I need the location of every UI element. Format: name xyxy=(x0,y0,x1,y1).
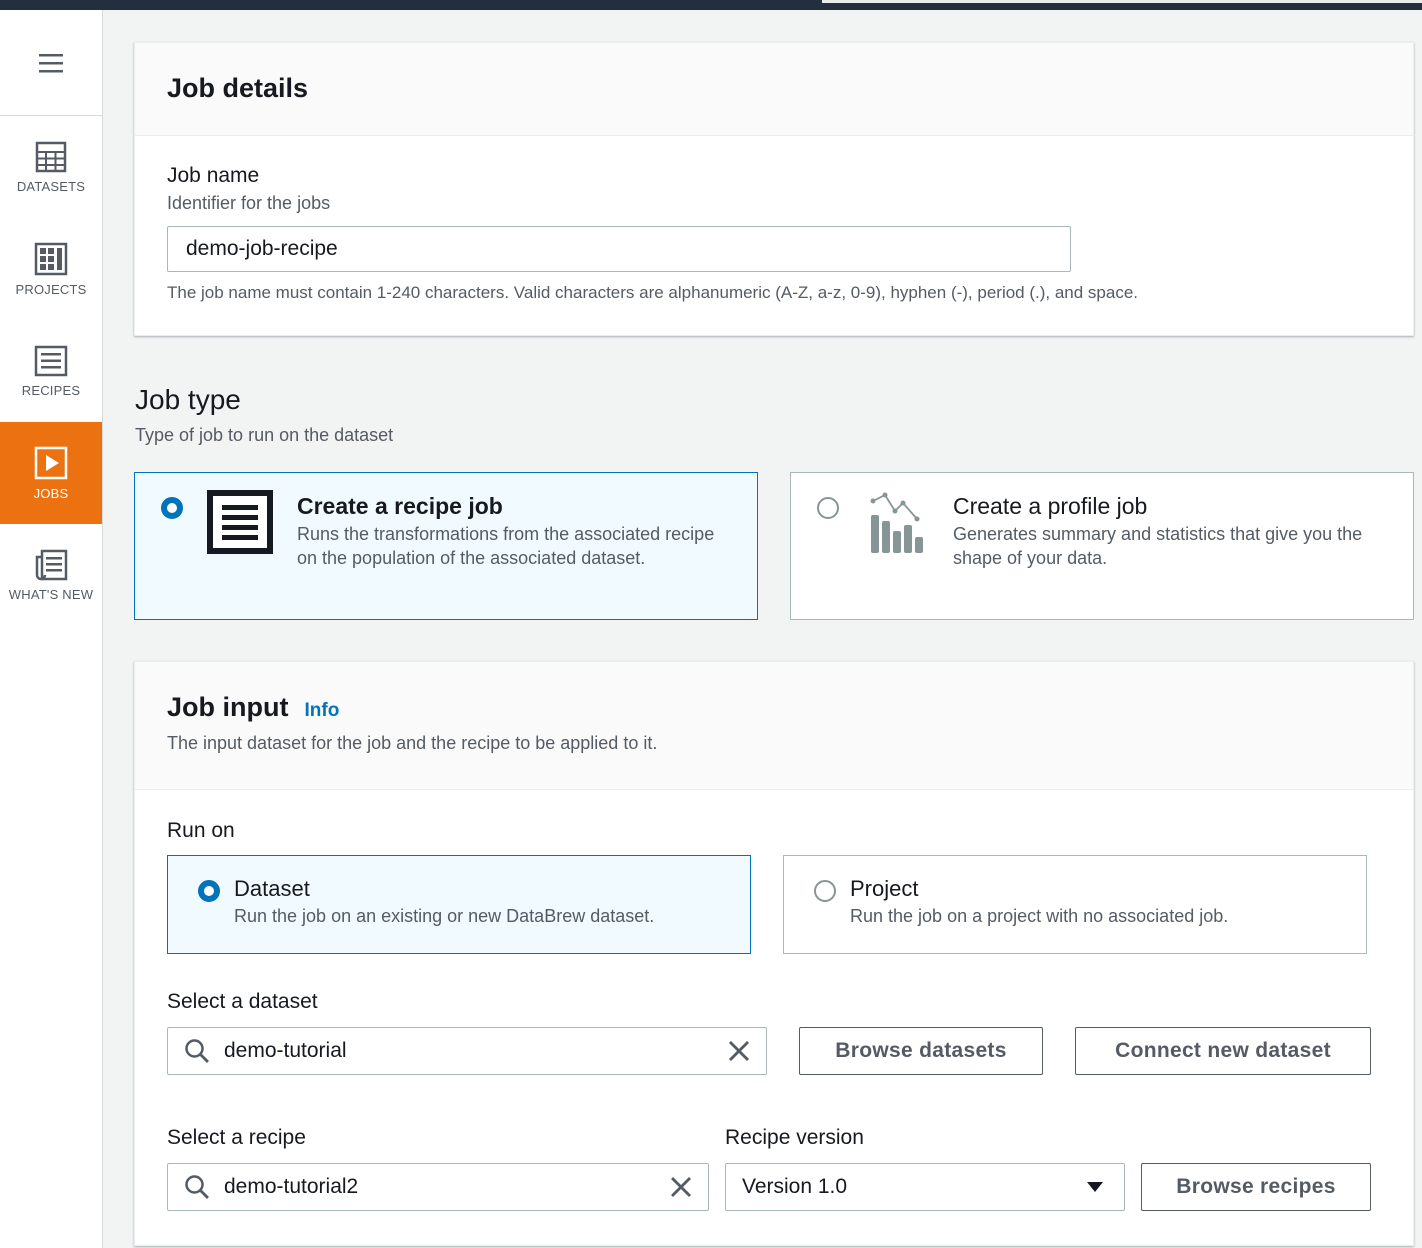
job-details-card: Job details Job name Identifier for the … xyxy=(134,42,1414,336)
browse-datasets-button[interactable]: Browse datasets xyxy=(799,1027,1043,1075)
sidebar-item-projects[interactable]: PROJECTS xyxy=(0,218,102,320)
profile-job-title: Create a profile job xyxy=(953,493,1148,519)
newspaper-icon xyxy=(35,549,68,580)
project-option[interactable]: Project Run the job on a project with no… xyxy=(783,855,1367,954)
job-input-description: The input dataset for the job and the re… xyxy=(167,733,658,753)
project-option-description: Run the job on a project with no associa… xyxy=(850,906,1229,926)
job-name-label: Job name xyxy=(167,164,260,187)
project-radio[interactable] xyxy=(814,880,836,902)
job-input-title: Job input xyxy=(167,692,289,722)
recipe-icon xyxy=(207,490,273,554)
clear-icon[interactable] xyxy=(670,1176,692,1198)
dataset-search-input[interactable]: demo-tutorial xyxy=(167,1027,767,1075)
project-option-title: Project xyxy=(850,876,919,901)
recipe-job-title: Create a recipe job xyxy=(297,493,503,519)
profile-job-description: Generates summary and statistics that gi… xyxy=(953,524,1363,568)
dataset-option[interactable]: Dataset Run the job on an existing or ne… xyxy=(167,855,751,954)
menu-button[interactable] xyxy=(0,10,102,116)
sidebar-item-label: DATASETS xyxy=(16,178,86,194)
grid-icon xyxy=(35,141,67,172)
job-details-header: Job details xyxy=(135,43,1413,136)
recipe-job-radio[interactable] xyxy=(161,497,183,519)
sidebar-item-whats-new[interactable]: WHAT'S NEW xyxy=(0,524,102,626)
sidebar-item-label: PROJECTS xyxy=(15,281,87,297)
dataset-radio[interactable] xyxy=(198,880,220,902)
top-bar-edge xyxy=(822,0,1422,3)
job-name-description: Identifier for the jobs xyxy=(167,193,331,213)
select-recipe-label: Select a recipe xyxy=(167,1126,306,1149)
recipe-search-value: demo-tutorial2 xyxy=(224,1175,359,1198)
play-icon xyxy=(34,446,68,479)
job-type-description: Type of job to run on the dataset xyxy=(135,425,394,445)
recipe-search-input[interactable]: demo-tutorial2 xyxy=(167,1163,709,1211)
hamburger-icon xyxy=(39,53,63,72)
recipe-version-label: Recipe version xyxy=(725,1126,864,1149)
recipe-version-value: Version 1.0 xyxy=(742,1175,848,1198)
info-link[interactable]: Info xyxy=(304,700,339,722)
search-icon xyxy=(185,1175,209,1199)
job-input-card: Job input Info The input dataset for the… xyxy=(134,661,1414,1246)
sidebar-item-datasets[interactable]: DATASETS xyxy=(0,116,102,218)
sidebar-item-recipes[interactable]: RECIPES xyxy=(0,320,102,422)
sidebar-item-label: WHAT'S NEW xyxy=(8,586,94,602)
select-dataset-label: Select a dataset xyxy=(167,990,318,1013)
sidebar-item-label: JOBS xyxy=(33,485,69,501)
top-bar xyxy=(0,0,1422,10)
search-icon xyxy=(185,1039,209,1063)
browse-recipes-button[interactable]: Browse recipes xyxy=(1141,1163,1371,1211)
caret-down-icon xyxy=(1087,1182,1103,1192)
recipe-job-option[interactable]: Create a recipe job Runs the transformat… xyxy=(134,472,758,620)
sidebar-item-jobs[interactable]: JOBS xyxy=(0,422,102,524)
job-details-title: Job details xyxy=(167,73,309,103)
profile-chart-icon xyxy=(870,492,923,553)
connect-new-dataset-button[interactable]: Connect new dataset xyxy=(1075,1027,1371,1075)
clear-icon[interactable] xyxy=(728,1040,750,1062)
profile-job-radio[interactable] xyxy=(817,497,839,519)
job-input-header: Job input Info The input dataset for the… xyxy=(135,662,1413,790)
list-icon xyxy=(34,345,68,376)
sidebar: DATASETS PROJECTS RECIPES JOBS WHAT'S NE… xyxy=(0,10,103,1248)
profile-job-option[interactable]: Create a profile job Generates summary a… xyxy=(790,472,1414,620)
job-name-value: demo-job-recipe xyxy=(186,237,338,260)
dataset-search-value: demo-tutorial xyxy=(224,1039,347,1062)
recipe-version-select[interactable]: Version 1.0 xyxy=(725,1163,1125,1211)
recipe-job-description: Runs the transformations from the associ… xyxy=(297,524,715,568)
dataset-option-title: Dataset xyxy=(234,876,310,901)
job-type-title: Job type xyxy=(135,384,241,415)
job-name-hint: The job name must contain 1-240 characte… xyxy=(167,283,1139,302)
job-name-input[interactable]: demo-job-recipe xyxy=(167,226,1071,272)
sidebar-item-label: RECIPES xyxy=(21,382,81,398)
dataset-option-description: Run the job on an existing or new DataBr… xyxy=(234,906,655,926)
run-on-label: Run on xyxy=(167,819,235,842)
projects-grid-icon xyxy=(34,242,68,275)
